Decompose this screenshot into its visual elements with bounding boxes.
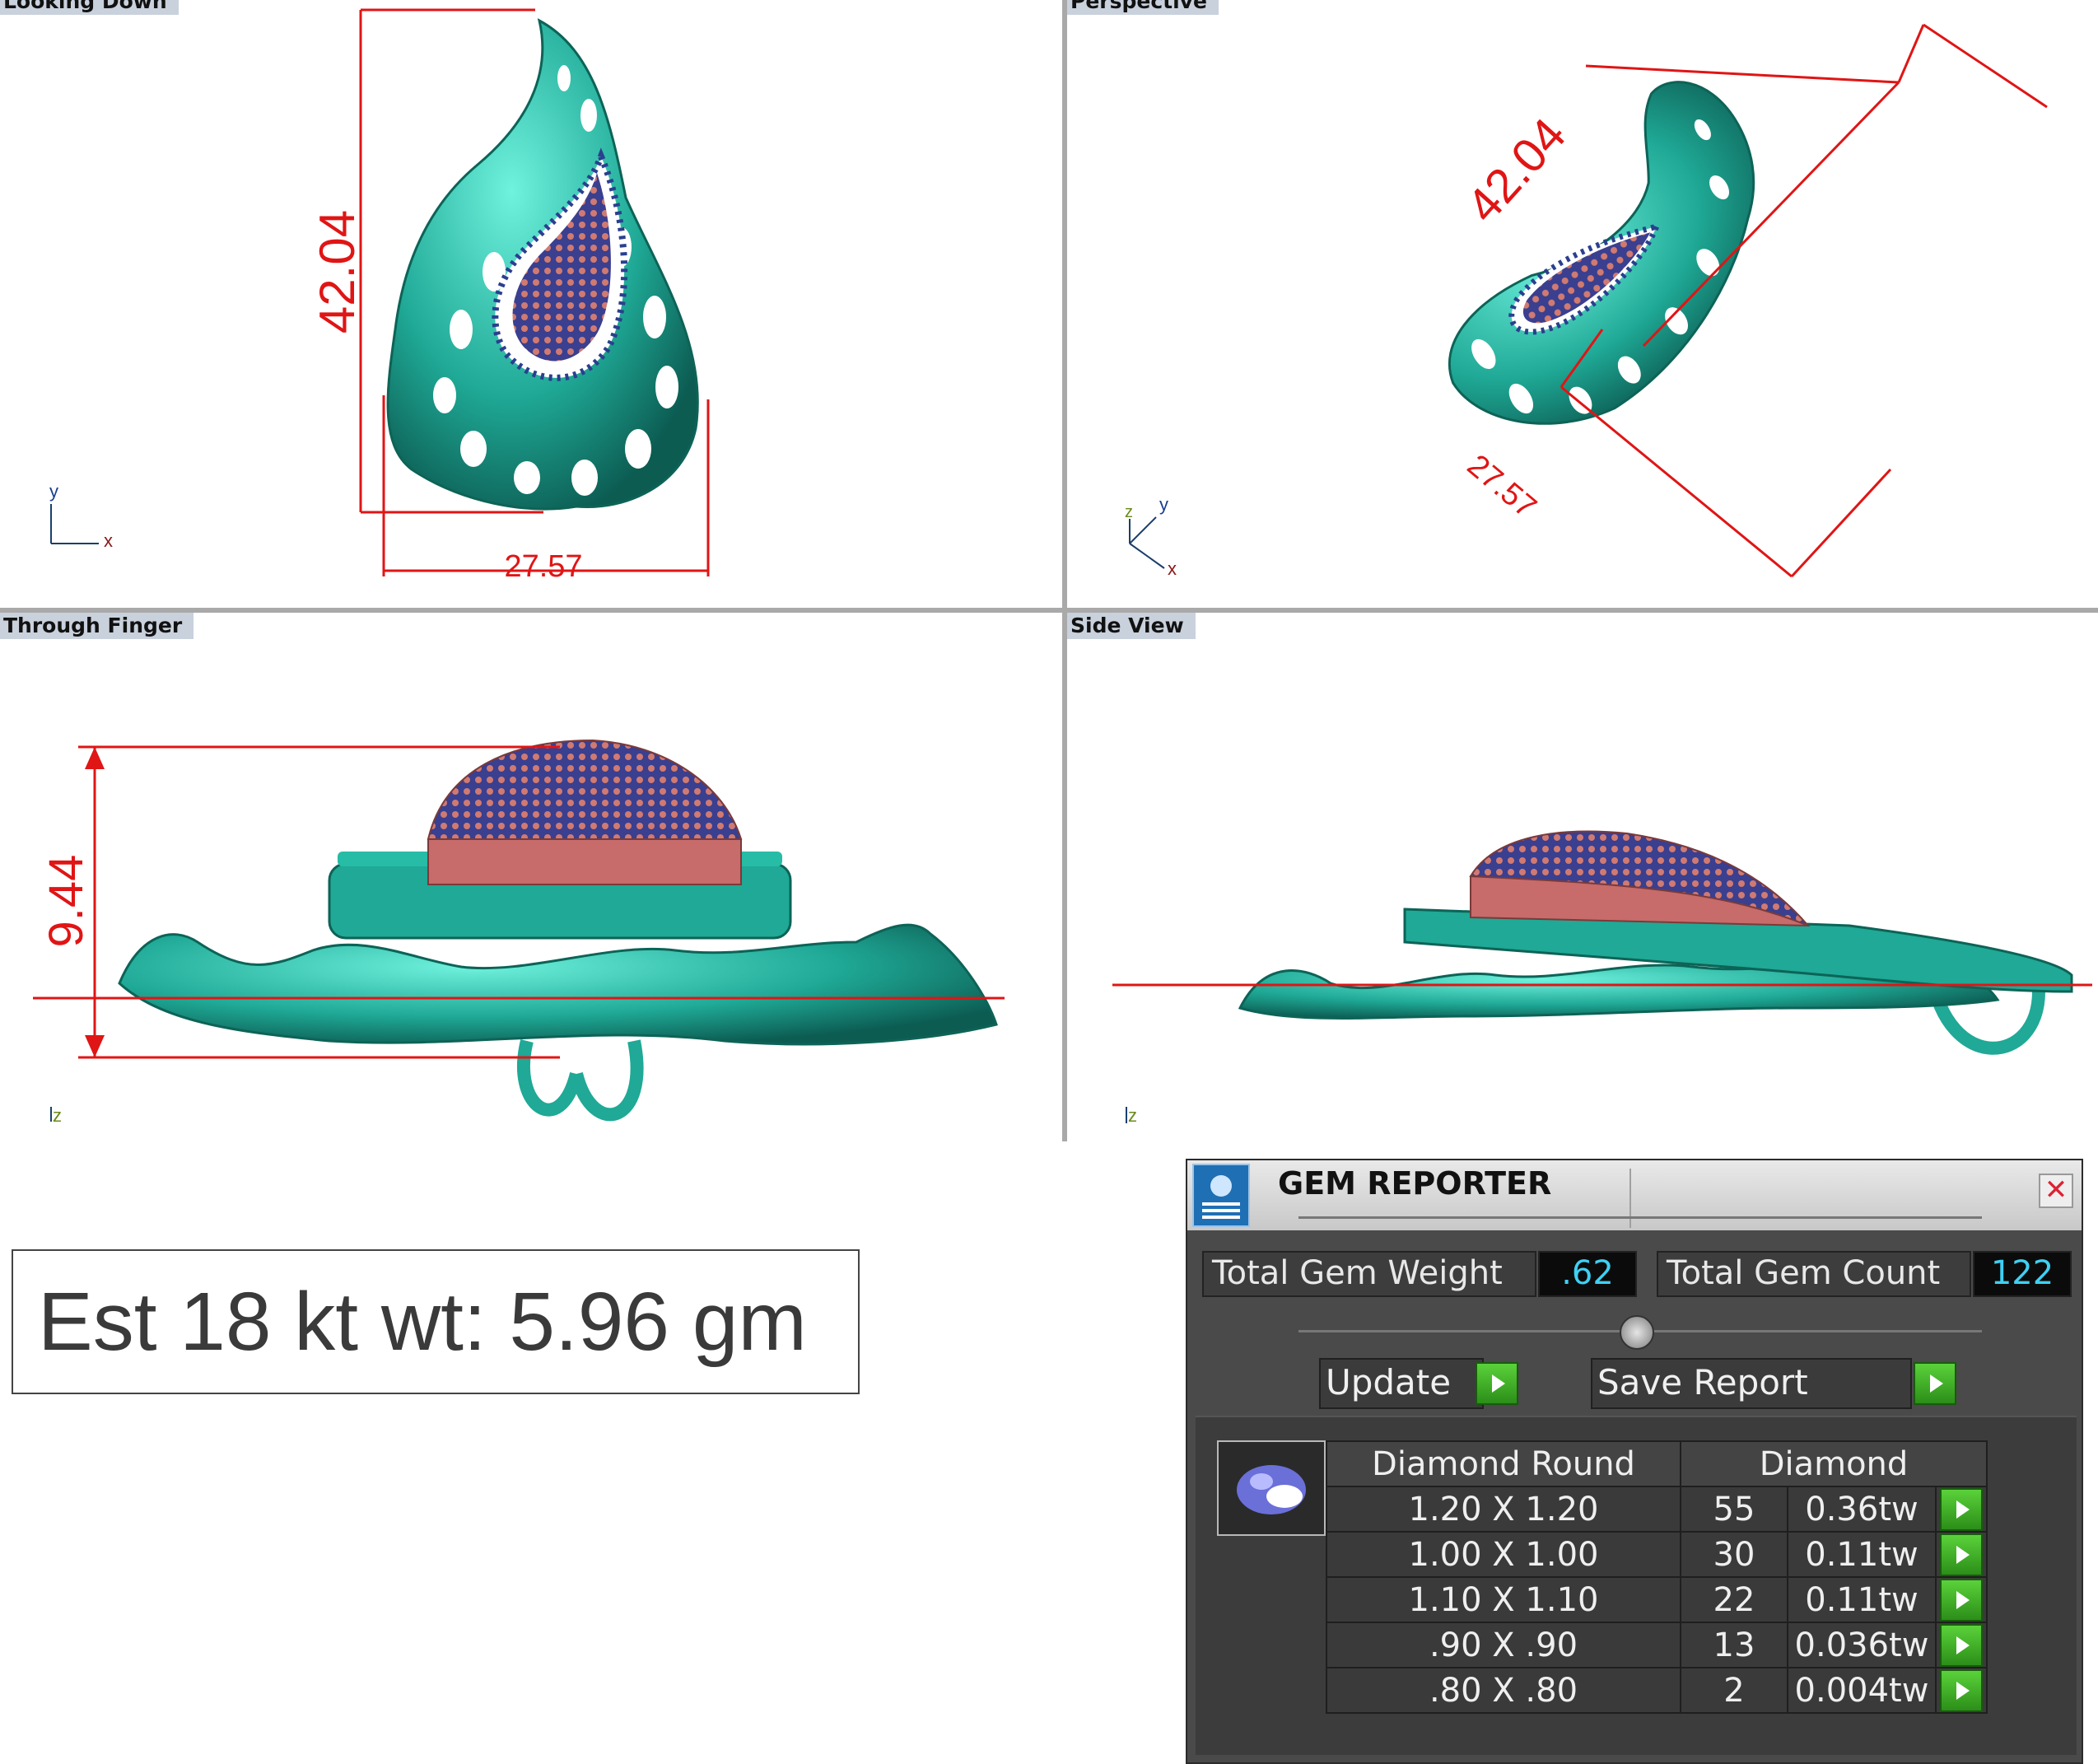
estimated-weight-text: Est 18 kt wt: 5.96 gm (38, 1275, 807, 1368)
gem-table: Diamond Round Diamond 1.20 X 1.20 55 0.3… (1326, 1440, 1988, 1714)
total-gem-count-label: Total Gem Count (1657, 1251, 1971, 1297)
titlebar-separator (1629, 1169, 1631, 1228)
viewport-title[interactable]: Looking Down (0, 0, 179, 15)
gem-reporter-panel: GEM REPORTER ✕ Total Gem Weight .62 Tota… (1186, 1159, 2083, 1764)
viewport-looking-down[interactable]: Looking Down 42.04 27.57 y x (0, 0, 1062, 608)
perspective-render: 42.04 27.57 z y x (1125, 23, 2048, 579)
gem-weight: 0.11tw (1787, 1576, 1937, 1623)
gem-size: 1.10 X 1.10 (1326, 1576, 1681, 1623)
viewport-title[interactable]: Perspective (1067, 0, 1219, 15)
gem-row: 1.00 X 1.00 30 0.11tw (1326, 1531, 1988, 1578)
gem-row-action[interactable] (1935, 1531, 1988, 1578)
gem-count: 30 (1680, 1531, 1788, 1578)
axis-y-label: y (49, 481, 58, 502)
diamond-round-icon (1237, 1465, 1306, 1514)
viewport-perspective[interactable]: Perspective 42.04 27.57 z y x (1067, 0, 2098, 608)
close-icon[interactable]: ✕ (2039, 1174, 2073, 1208)
gem-row-action[interactable] (1935, 1622, 1988, 1668)
gem-count: 2 (1680, 1667, 1788, 1714)
play-icon[interactable] (1940, 1579, 1983, 1622)
gem-size: .90 X .90 (1326, 1622, 1681, 1668)
dimension-height: 9.44 (40, 855, 93, 948)
gem-row: 1.20 X 1.20 55 0.36tw (1326, 1486, 1988, 1533)
axis-x-label: x (1168, 558, 1177, 579)
total-gem-weight-label: Total Gem Weight (1202, 1251, 1536, 1297)
viewport-through-finger[interactable]: Through Finger 9.44 z (0, 613, 1062, 1141)
panel-slider-handle[interactable] (1620, 1315, 1654, 1350)
gem-size: 1.20 X 1.20 (1326, 1486, 1681, 1533)
gem-count: 13 (1680, 1622, 1788, 1668)
gem-reporter-titlebar[interactable]: GEM REPORTER ✕ (1187, 1160, 2082, 1230)
axis-indicator (50, 504, 99, 544)
gem-count: 22 (1680, 1576, 1788, 1623)
play-icon[interactable] (1940, 1533, 1983, 1576)
gem-row: .90 X .90 13 0.036tw (1326, 1622, 1988, 1668)
gem-weight: 0.004tw (1787, 1667, 1937, 1714)
gem-weight: 0.036tw (1787, 1622, 1937, 1668)
looking-down-render: 42.04 27.57 y x (49, 8, 710, 584)
wavy-base (118, 923, 998, 1046)
viewport-title[interactable]: Through Finger (0, 613, 194, 639)
gem-row: 1.10 X 1.10 22 0.11tw (1326, 1576, 1988, 1623)
gem-row: .80 X .80 2 0.004tw (1326, 1667, 1988, 1714)
save-report-play-icon[interactable] (1914, 1362, 1956, 1405)
gem-reporter-logo-icon (1192, 1164, 1250, 1227)
diamond-thumbnail[interactable] (1217, 1440, 1326, 1536)
pave-dome (427, 739, 743, 840)
axis-z-label: z (53, 1105, 62, 1126)
dimension-horizontal: 27.57 (1461, 448, 1543, 525)
gem-weight: 0.11tw (1787, 1531, 1937, 1578)
total-gem-count-value: 122 (1973, 1251, 2072, 1297)
dimension-horizontal: 27.57 (504, 549, 582, 584)
gem-count: 55 (1680, 1486, 1788, 1533)
axis-x-label: x (104, 530, 113, 551)
through-finger-render: 9.44 z (33, 739, 1005, 1126)
estimated-weight-box: Est 18 kt wt: 5.96 gm (12, 1249, 860, 1394)
play-icon[interactable] (1940, 1624, 1983, 1667)
gem-size: 1.00 X 1.00 (1326, 1531, 1681, 1578)
save-report-button[interactable]: Save Report (1591, 1358, 1912, 1409)
gem-weight: 0.36tw (1787, 1486, 1937, 1533)
update-button[interactable]: Update (1319, 1358, 1484, 1409)
gem-size: .80 X .80 (1326, 1667, 1681, 1714)
dimension-vertical: 42.04 (310, 210, 365, 334)
gem-row-action[interactable] (1935, 1667, 1988, 1714)
gem-row-action[interactable] (1935, 1486, 1988, 1533)
gem-row-action[interactable] (1935, 1576, 1988, 1623)
dimension-vertical: 42.04 (1457, 108, 1576, 232)
gem-reporter-logo-graphic (1202, 1175, 1240, 1219)
update-play-icon[interactable] (1476, 1362, 1518, 1405)
gem-reporter-title: GEM REPORTER (1278, 1165, 1552, 1202)
side-view-render: z (1112, 830, 2092, 1126)
slider-track[interactable] (1298, 1216, 1982, 1219)
axis-y-label: y (1159, 494, 1168, 515)
column-header-shape: Diamond Round (1326, 1440, 1681, 1487)
viewport-side-view[interactable]: Side View z (1067, 613, 2098, 1141)
axis-indicator (1129, 516, 1165, 569)
play-icon[interactable] (1940, 1488, 1983, 1531)
axis-z-label: z (1128, 1105, 1137, 1126)
column-header-type: Diamond (1680, 1440, 1988, 1487)
viewport-title[interactable]: Side View (1067, 613, 1196, 639)
total-gem-weight-value: .62 (1538, 1251, 1637, 1297)
axis-z-label: z (1125, 503, 1133, 521)
play-icon[interactable] (1940, 1669, 1983, 1712)
